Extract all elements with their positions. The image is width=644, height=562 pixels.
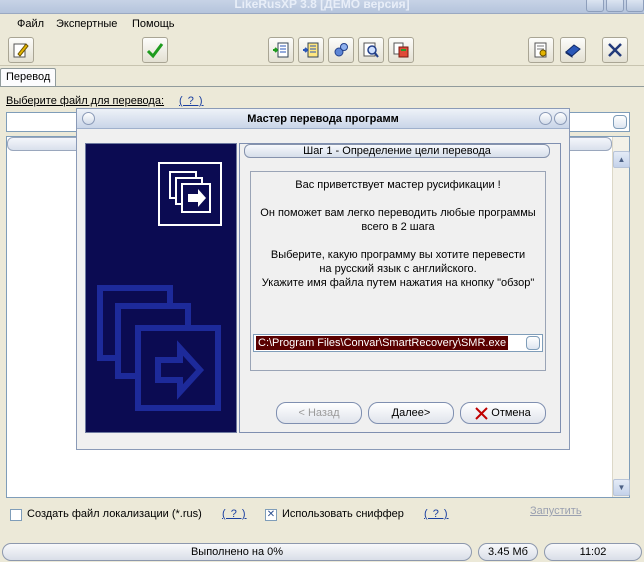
wizard-side-panel: [85, 143, 237, 433]
toolbar: [0, 34, 644, 66]
choose-line-3: Укажите имя файла путем нажатия на кнопк…: [261, 277, 535, 289]
status-size: 3.45 Мб: [478, 543, 538, 561]
settings-icon: [334, 43, 348, 57]
scroll-up-button[interactable]: ▲: [613, 151, 630, 168]
dialog-menu-button[interactable]: [82, 112, 95, 125]
use-sniffer-help-link[interactable]: ( ? ): [424, 508, 449, 520]
use-sniffer-label: Использовать сниффер: [282, 508, 404, 520]
back-button[interactable]: < Назад: [276, 402, 362, 424]
use-sniffer-checkbox[interactable]: ✕: [265, 509, 277, 521]
next-button[interactable]: Далее>: [368, 402, 454, 424]
check-icon: [146, 43, 164, 59]
choose-line-2: на русский язык с английского.: [319, 263, 477, 275]
book-button[interactable]: [560, 37, 586, 63]
browse-button[interactable]: [613, 115, 627, 129]
file-label: Выберите файл для перевода:: [6, 95, 165, 107]
dialog-minimize-button[interactable]: [539, 112, 552, 125]
menu-help[interactable]: Помощь: [132, 18, 175, 30]
info-line-2: всего в 2 шага: [361, 221, 435, 233]
import-button[interactable]: [268, 37, 294, 63]
run-button[interactable]: Запустить: [530, 505, 582, 517]
close-icon: [608, 43, 622, 57]
program-path-input[interactable]: C:\Program Files\Convar\SmartRecovery\SM…: [253, 334, 543, 352]
dictionary-icon: [393, 42, 409, 58]
dictionary-button[interactable]: [388, 37, 414, 63]
program-browse-button[interactable]: [526, 336, 540, 350]
wizard-logo-icon: [158, 162, 222, 226]
settings-button[interactable]: [328, 37, 354, 63]
list-scrollbar[interactable]: ▲ ▼: [612, 137, 630, 497]
wizard-dialog: Мастер перевода программ Шаг 1 - Определ…: [76, 108, 570, 450]
minimize-button[interactable]: [586, 0, 604, 12]
maximize-button[interactable]: [606, 0, 624, 12]
wizard-content-box: Вас приветствует мастер русификации ! Он…: [250, 171, 546, 371]
cancel-x-icon: [475, 407, 488, 420]
wizard-content-panel: Шаг 1 - Определение цели перевода Вас пр…: [239, 143, 561, 433]
program-path-value: C:\Program Files\Convar\SmartRecovery\SM…: [256, 336, 509, 350]
search-icon: [363, 42, 379, 58]
app-titlebar: LikeRusXP 3.8 [ДЕМО версия]: [0, 0, 644, 14]
close-window-button[interactable]: [626, 0, 644, 12]
step-header: Шаг 1 - Определение цели перевода: [244, 144, 550, 158]
dialog-title: Мастер перевода программ: [77, 109, 569, 129]
create-loc-help-link[interactable]: ( ? ): [222, 508, 247, 520]
edit-icon: [13, 43, 29, 58]
cancel-label: Отмена: [491, 407, 531, 419]
choose-line-1: Выберите, какую программу вы хотите пере…: [270, 249, 526, 261]
scroll-down-button[interactable]: ▼: [613, 479, 630, 496]
create-loc-label: Создать файл локализации (*.rus): [27, 508, 202, 520]
menu-bar: Файл Экспертные Помощь: [0, 14, 644, 34]
exit-button[interactable]: [602, 37, 628, 63]
status-progress: Выполнено на 0%: [2, 543, 472, 561]
tab-divider: [0, 86, 644, 87]
search-button[interactable]: [358, 37, 384, 63]
certificate-icon: [534, 42, 547, 58]
tab-translate[interactable]: Перевод: [0, 68, 56, 86]
file-help-link[interactable]: ( ? ): [179, 95, 204, 107]
cancel-button[interactable]: Отмена: [460, 402, 546, 424]
wizard-watermark-icon: [97, 285, 221, 411]
import-icon: [273, 42, 289, 58]
menu-expert[interactable]: Экспертные: [56, 18, 117, 30]
create-loc-checkbox[interactable]: [10, 509, 22, 521]
export-button[interactable]: [298, 37, 324, 63]
apply-button[interactable]: [142, 37, 168, 63]
status-bar: Выполнено на 0% 3.45 Мб 11:02: [0, 541, 644, 562]
dialog-close-button[interactable]: [554, 112, 567, 125]
status-clock: 11:02: [544, 543, 642, 561]
greeting-text: Вас приветствует мастер русификации !: [295, 179, 501, 191]
app-title: LikeRusXP 3.8 [ДЕМО версия]: [234, 0, 410, 11]
certificate-button[interactable]: [528, 37, 554, 63]
info-line-1: Он поможет вам легко переводить любые пр…: [260, 207, 536, 219]
edit-button[interactable]: [8, 37, 34, 63]
book-icon: [565, 44, 581, 58]
menu-file[interactable]: Файл: [17, 18, 44, 30]
export-icon: [303, 42, 319, 58]
